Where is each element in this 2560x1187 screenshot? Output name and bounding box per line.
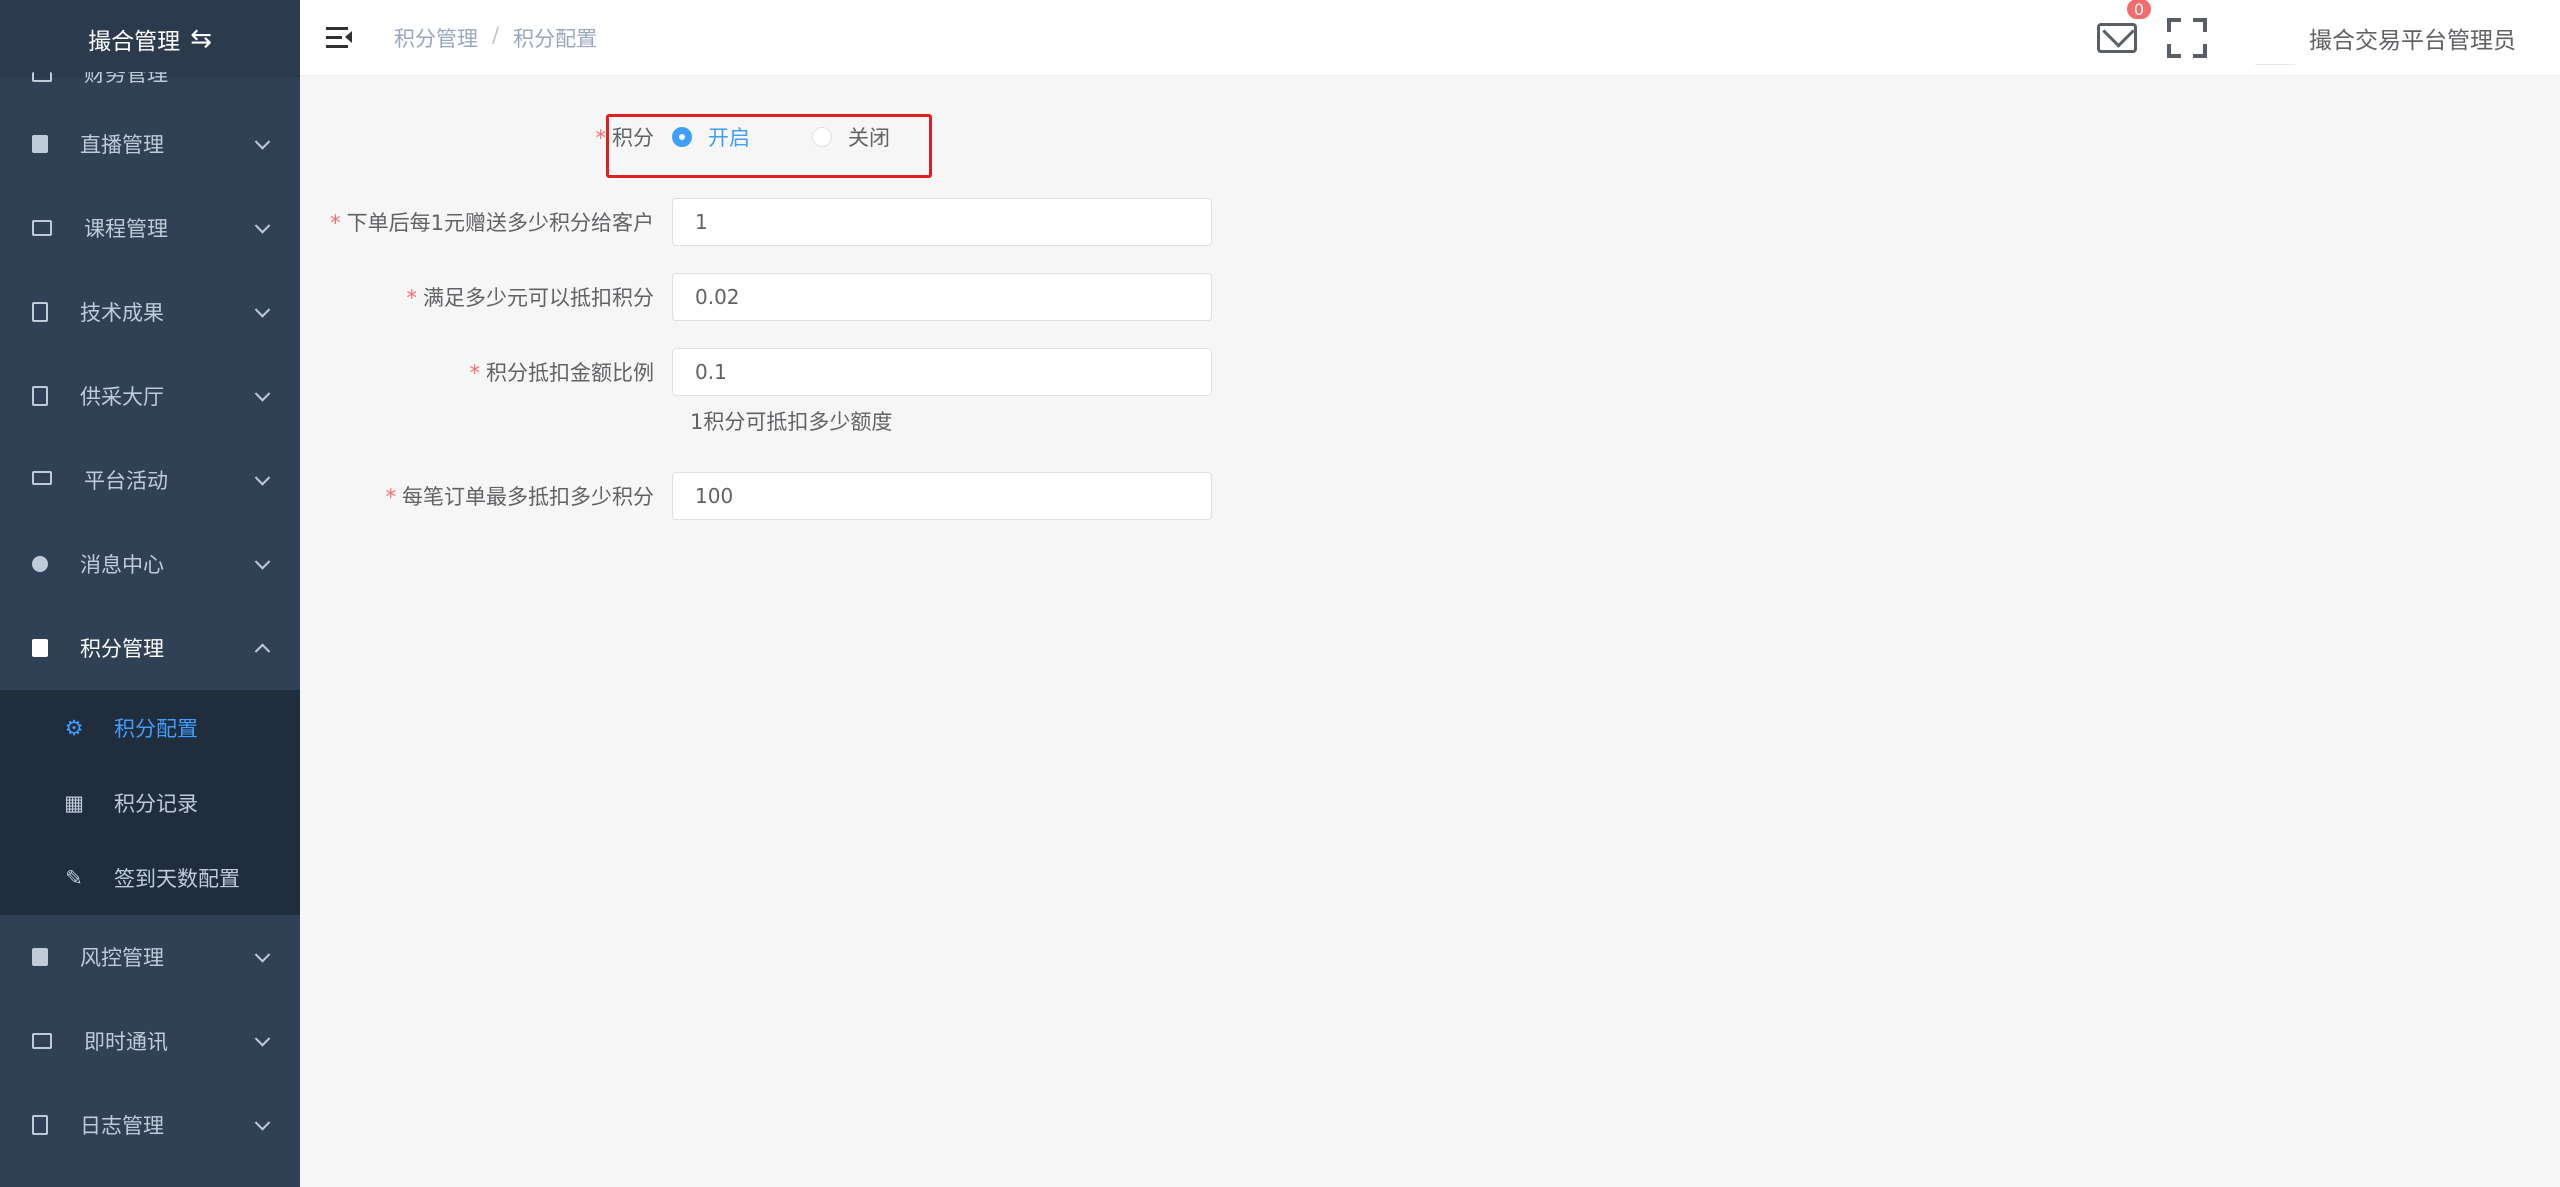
radio-circle[interactable]	[672, 127, 692, 147]
form-row-field2: * 满足多少元可以抵扣积分	[300, 273, 1212, 321]
sidebar-item-live[interactable]: 直播管理	[0, 102, 300, 186]
sidebar-item-label: 积分管理	[80, 637, 164, 661]
clipboard-icon	[32, 639, 48, 657]
sidebar-item-course[interactable]: 课程管理	[0, 186, 300, 270]
points-per-yuan-input[interactable]	[672, 198, 1212, 246]
chevron-up-icon	[254, 643, 271, 660]
sidebar-item-finance[interactable]: 财务管理	[0, 72, 300, 102]
log-icon	[32, 1115, 48, 1135]
edit-icon: ✎	[65, 865, 83, 890]
radio-circle[interactable]	[812, 127, 832, 147]
sidebar-subitem-points-record[interactable]: ▦ 积分记录	[0, 765, 300, 840]
chat-icon	[32, 1033, 52, 1049]
form-row-field4: * 每笔订单最多抵扣多少积分	[300, 472, 1212, 520]
username[interactable]: 撮合交易平台管理员	[2309, 21, 2516, 55]
sidebar-item-label: 课程管理	[84, 217, 168, 241]
notification-badge: 0	[2126, 0, 2152, 20]
form-label: * 下单后每1元赠送多少积分给客户	[330, 211, 654, 235]
hamburger-icon[interactable]	[326, 26, 352, 49]
deduct-ratio-input[interactable]	[672, 348, 1212, 396]
avatar[interactable]	[2255, 11, 2295, 65]
radio-label: 开启	[708, 126, 750, 150]
header-right: 0 撮合交易平台管理员	[2097, 0, 2516, 76]
form-row-field1: * 下单后每1元赠送多少积分给客户	[300, 198, 1212, 246]
breadcrumb: 积分管理 / 积分配置	[394, 23, 597, 53]
min-amount-input[interactable]	[672, 273, 1212, 321]
chevron-down-icon	[254, 386, 271, 402]
chevron-down-icon	[254, 947, 271, 963]
sidebar: 撮合管理 ⇆ 财务管理 直播管理 课程管理 技术成果 供采大厅 平台活动 消息中…	[0, 0, 300, 1187]
sidebar-item-supply[interactable]: 供采大厅	[0, 354, 300, 438]
form-label: * 积分	[595, 126, 655, 150]
chevron-down-icon	[254, 1115, 271, 1131]
top-navbar: 积分管理 / 积分配置 0 撮合交易平台管理员	[300, 0, 2560, 76]
chevron-down-icon	[254, 218, 271, 234]
chevron-down-icon	[254, 470, 271, 486]
chevron-down-icon	[254, 554, 271, 570]
radio-label: 关闭	[848, 126, 890, 150]
radio-enable[interactable]: 开启	[672, 122, 750, 152]
sidebar-item-im[interactable]: 即时通讯	[0, 999, 300, 1083]
building-icon	[32, 386, 48, 406]
mail-icon[interactable]: 0	[2097, 0, 2152, 53]
swap-icon[interactable]: ⇆	[190, 24, 212, 54]
breadcrumb-item[interactable]: 积分管理	[394, 23, 478, 53]
fullscreen-icon[interactable]	[2167, 18, 2207, 58]
chat-bubble-icon	[32, 556, 48, 572]
max-deduct-input[interactable]	[672, 472, 1212, 520]
sidebar-item-points[interactable]: 积分管理	[0, 606, 300, 690]
form-label: * 积分抵扣金额比例	[469, 361, 655, 385]
book-icon	[32, 220, 52, 236]
breadcrumb-item-current: 积分配置	[513, 26, 598, 51]
sidebar-item-message[interactable]: 消息中心	[0, 522, 300, 606]
sidebar-item-activity[interactable]: 平台活动	[0, 438, 300, 522]
form-label: * 每笔订单最多抵扣多少积分	[385, 485, 655, 509]
finance-icon	[32, 72, 52, 82]
sidebar-subitem-label: 签到天数配置	[114, 866, 240, 891]
form-row-points-switch: * 积分 开启 关闭	[300, 122, 934, 152]
sidebar-item-label: 即时通讯	[84, 1030, 168, 1054]
sidebar-subitem-checkin-config[interactable]: ✎ 签到天数配置	[0, 840, 300, 915]
logo[interactable]: 撮合管理 ⇆	[0, 0, 300, 78]
radio-disable[interactable]: 关闭	[812, 122, 890, 152]
points-config-form: *积分 开启 关闭 *下单后每1元赠送多少积分给客户 *满足多少元可以抵扣积分 …	[300, 76, 2560, 1187]
chevron-down-icon	[254, 134, 271, 150]
document-icon	[32, 302, 48, 322]
sidebar-item-risk[interactable]: 风控管理	[0, 915, 300, 999]
sidebar-item-label: 供采大厅	[80, 385, 164, 409]
logo-text: 撮合管理	[88, 29, 181, 55]
calendar-icon: ▦	[64, 790, 84, 815]
sidebar-item-label: 风控管理	[80, 946, 164, 970]
sidebar-subitem-points-config[interactable]: ⚙ 积分配置	[0, 690, 300, 765]
chevron-down-icon	[254, 302, 271, 318]
sidebar-item-tech[interactable]: 技术成果	[0, 270, 300, 354]
points-submenu: ⚙ 积分配置 ▦ 积分记录 ✎ 签到天数配置	[0, 690, 300, 915]
gear-icon: ⚙	[64, 715, 84, 740]
sidebar-item-label: 直播管理	[80, 133, 164, 157]
monitor-icon	[32, 471, 52, 485]
sidebar-item-label: 财务管理	[84, 72, 168, 86]
sidebar-subitem-label: 积分配置	[114, 716, 198, 741]
live-icon	[32, 135, 48, 153]
points-radio-group: 开启 关闭	[672, 122, 934, 152]
sidebar-item-label: 技术成果	[80, 301, 164, 325]
sidebar-subitem-label: 积分记录	[114, 791, 198, 816]
sidebar-item-label: 日志管理	[80, 1114, 164, 1138]
sidebar-item-label: 平台活动	[84, 469, 168, 493]
sidebar-item-log[interactable]: 日志管理	[0, 1083, 300, 1167]
form-row-field3: * 积分抵扣金额比例	[300, 348, 1212, 396]
form-label: * 满足多少元可以抵扣积分	[406, 286, 655, 310]
field-hint: 1积分可抵扣多少额度	[690, 410, 893, 434]
sidebar-item-label: 消息中心	[80, 553, 164, 577]
breadcrumb-separator: /	[492, 22, 500, 47]
clipboard-icon	[32, 948, 48, 966]
chevron-down-icon	[254, 1031, 271, 1047]
